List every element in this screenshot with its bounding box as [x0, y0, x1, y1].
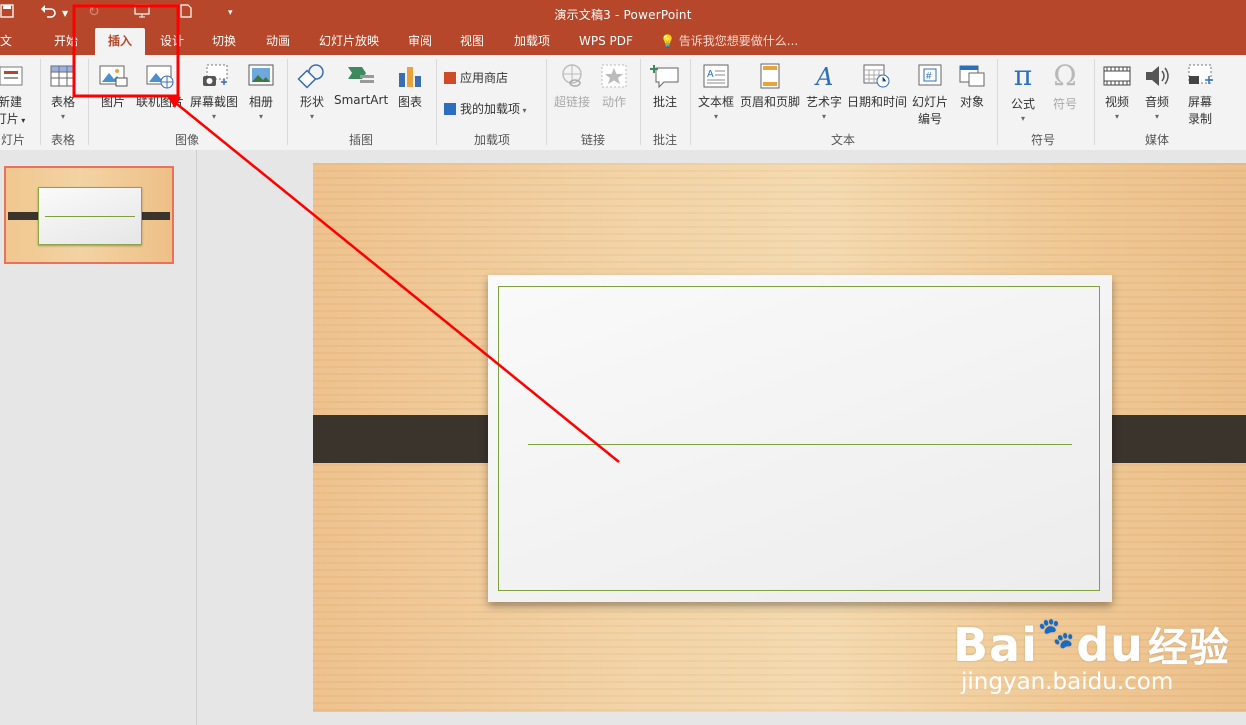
annotation-overlay — [72, 4, 620, 463]
highlight-box — [72, 4, 180, 98]
annotation-arrow-line — [171, 99, 620, 463]
